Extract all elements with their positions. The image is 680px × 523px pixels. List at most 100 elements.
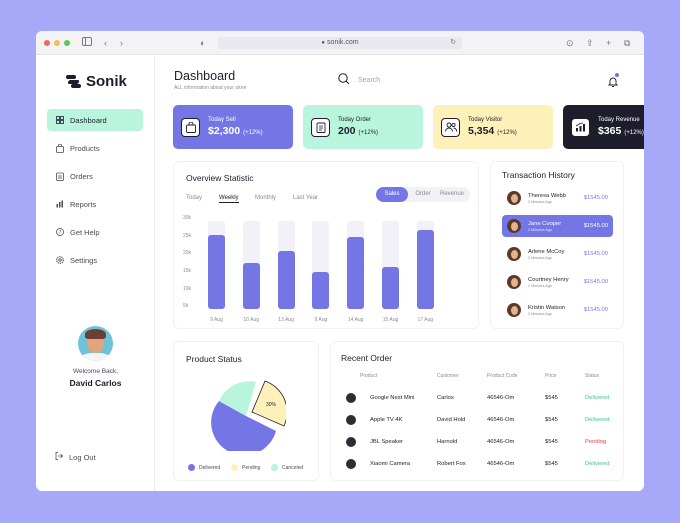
legend-label: Pending — [242, 464, 261, 471]
cell-status: Pending — [585, 439, 607, 445]
chart-bar[interactable] — [277, 251, 295, 309]
cell-product-code: 46546-Om — [487, 439, 515, 445]
legend-delivered: Delivered — [188, 464, 220, 471]
chart-bar[interactable] — [208, 235, 225, 309]
back-icon[interactable]: ‹ — [104, 37, 107, 49]
bag-icon — [181, 117, 200, 137]
product-thumbnail-icon — [346, 415, 356, 425]
transaction-time: 2 Minutes Ago — [528, 199, 553, 204]
transaction-time: 2 Minutes Ago — [528, 283, 553, 288]
metric-sales-button[interactable]: Sales — [376, 187, 408, 202]
product-thumbnail-icon — [346, 393, 356, 403]
tab-last-year[interactable]: Last Year — [293, 195, 318, 201]
sidebar-item-dashboard[interactable]: Dashboard — [47, 109, 143, 131]
address-url: sonik.com — [327, 39, 359, 46]
chart-icon — [55, 200, 64, 209]
sidebar-item-get-help[interactable]: ? Get Help — [47, 221, 143, 243]
cell-product: JBL Speaker — [370, 439, 403, 445]
brand-logo[interactable]: Sonik — [66, 73, 127, 90]
product-status-title: Product Status — [186, 354, 242, 364]
transaction-name: Jane Cooper — [528, 220, 562, 227]
stat-card-today-visitor[interactable]: Today Visitor 5,354 (+12%) — [433, 105, 553, 149]
transaction-amount: $1545.00 — [583, 251, 608, 257]
brand-name: Sonik — [86, 73, 127, 90]
notification-bell-icon[interactable] — [607, 73, 619, 87]
minimize-window-dot[interactable] — [54, 40, 60, 46]
recent-order-title: Recent Order — [341, 353, 393, 363]
transaction-row[interactable]: Courtney Henry 2 Minutes Ago $1545.00 — [502, 271, 613, 293]
cell-product-code: 46546-Om — [487, 461, 515, 467]
sidebar-item-orders[interactable]: Orders — [47, 165, 143, 187]
transaction-amount: $1545.00 — [583, 195, 608, 201]
help-icon: ? — [55, 228, 64, 237]
tab-weekly[interactable]: Weekly — [219, 195, 239, 203]
avatar — [507, 191, 521, 205]
transaction-time: 2 Minutes Ago — [528, 255, 553, 260]
avatar[interactable] — [78, 326, 113, 361]
forward-icon[interactable]: › — [120, 37, 123, 49]
search-input[interactable]: Search — [338, 73, 478, 87]
sidebar-item-label: Settings — [70, 255, 98, 265]
stat-card-today-order[interactable]: Today Order 200 (+12%) — [303, 105, 423, 149]
bag-icon — [55, 143, 64, 153]
sidebar-toggle-icon[interactable] — [82, 37, 92, 49]
address-bar[interactable]: ● sonik.com ↻ — [218, 37, 462, 49]
cell-product: Xiaomi Camera — [370, 461, 410, 467]
legend-pending: Pending — [231, 464, 260, 471]
column-header-status: Status — [585, 373, 600, 379]
transaction-name: Theresa Webb — [528, 192, 566, 199]
transaction-amount: $1545.00 — [583, 307, 608, 313]
notification-dot — [615, 73, 619, 77]
metric-order-button[interactable]: Order — [412, 187, 434, 202]
sidebar-item-products[interactable]: Products — [47, 137, 143, 159]
sidebar-item-settings[interactable]: Settings — [47, 249, 143, 271]
maximize-window-dot[interactable] — [64, 40, 70, 46]
download-icon[interactable]: ⊙ — [566, 37, 574, 49]
transaction-name: Kristin Watson — [528, 304, 566, 311]
avatar — [507, 303, 521, 317]
users-icon — [441, 117, 460, 137]
stat-value: $365 — [598, 125, 622, 137]
sidebar-item-reports[interactable]: Reports — [47, 193, 143, 215]
chart-bar[interactable] — [347, 237, 365, 309]
new-tab-icon[interactable]: + — [606, 37, 611, 49]
metric-revenue-button[interactable]: Revenue — [436, 187, 468, 202]
tab-today[interactable]: Today — [186, 195, 202, 201]
privacy-shield-icon[interactable]: ◐ — [200, 37, 205, 49]
share-icon[interactable]: ⇪ — [586, 37, 594, 49]
transaction-amount: $1545.00 — [583, 223, 608, 229]
avatar — [507, 247, 521, 261]
transaction-row[interactable]: Theresa Webb 2 Minutes Ago $1545.00 — [502, 187, 613, 209]
stat-card-today-revenue[interactable]: Today Revenue $365 (+12%) — [563, 105, 644, 149]
x-tick: 9 Aug — [210, 317, 223, 323]
tabs-overview-icon[interactable]: ⧉ — [624, 37, 630, 49]
chart-bar[interactable] — [242, 263, 260, 309]
column-header-price: Price — [545, 373, 557, 379]
transaction-row[interactable]: Jane Cooper 2 Minutes Ago $1545.00 — [502, 215, 613, 237]
transaction-name: Courtney Henry — [528, 276, 569, 283]
legend-canceled: Canceled — [271, 464, 303, 471]
chart-bar[interactable] — [312, 272, 330, 309]
stat-label: Today Sell — [208, 117, 236, 123]
cell-price: $545 — [545, 439, 558, 445]
x-tick: 15 Aug — [382, 317, 399, 323]
transaction-row[interactable]: Arlene McCoy 2 Minutes Ago $1545.00 — [502, 243, 613, 265]
logout-button[interactable]: Log Out — [55, 452, 96, 462]
tab-monthly[interactable]: Monthly — [255, 195, 276, 201]
chart-bar[interactable] — [416, 230, 434, 309]
stat-card-today-sell[interactable]: Today Sell $2,300 (+12%) — [173, 105, 293, 149]
grid-icon — [55, 116, 64, 125]
stat-change: (+12%) — [243, 130, 263, 136]
cell-price: $545 — [545, 417, 558, 423]
y-tick: 10k — [183, 286, 192, 292]
page-subtitle: ALL information about your store — [174, 85, 247, 91]
column-header-product-code: Product Code — [487, 373, 518, 379]
chart-bar[interactable] — [382, 267, 399, 309]
stat-change: (+12%) — [358, 130, 379, 136]
y-tick: 5k — [183, 303, 189, 309]
cell-customer: Robert Fox — [437, 461, 466, 467]
reload-icon[interactable]: ↻ — [450, 37, 456, 49]
pie-chart: 30% — [211, 380, 286, 451]
transaction-row[interactable]: Kristin Watson 2 Minutes Ago $1545.00 — [502, 299, 613, 321]
close-window-dot[interactable] — [44, 40, 50, 46]
